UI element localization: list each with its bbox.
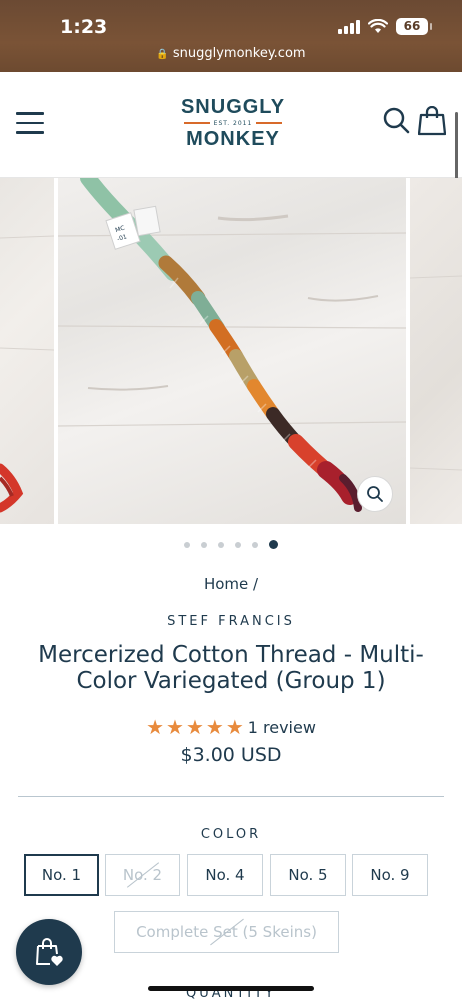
zoom-icon — [367, 486, 383, 502]
pagination-dot[interactable] — [218, 541, 224, 548]
product-title: Mercerized Cotton Thread - Multi-Color V… — [38, 642, 424, 694]
next-image-preview — [409, 275, 462, 471]
product-price: $3.00 USD — [180, 744, 282, 766]
star-icon: ★ — [185, 715, 204, 739]
search-icon — [383, 107, 410, 134]
pagination-dot[interactable] — [201, 541, 207, 548]
product-gallery[interactable]: MC -01 — [0, 178, 462, 524]
star-icon: ★ — [205, 715, 224, 739]
star-icon: ★ — [225, 715, 244, 739]
menu-button[interactable] — [16, 112, 44, 134]
wifi-icon — [368, 19, 388, 33]
color-swatch-no-5[interactable]: No. 5 — [270, 854, 346, 896]
logo-text-top: SNUGGLY — [180, 96, 286, 118]
shopping-bag-heart-icon — [36, 938, 63, 966]
site-logo[interactable]: SNUGGLY EST. 2011 MONKEY — [178, 96, 288, 150]
logo-text-bottom: MONKEY — [186, 128, 280, 150]
swatch-label: No. 1 — [41, 866, 82, 884]
color-swatch-no-1[interactable]: No. 1 — [24, 854, 99, 896]
logo-needle: EST. 2011 — [178, 118, 288, 128]
color-swatch-no-2[interactable]: No. 2 — [105, 854, 180, 896]
status-time: 1:23 — [60, 16, 108, 38]
thread-preview-image — [0, 235, 55, 513]
url-text: snugglymonkey.com — [172, 46, 306, 61]
color-swatch-no-4[interactable]: No. 4 — [187, 854, 263, 896]
swatch-label: No. 5 — [288, 866, 328, 884]
zoom-button[interactable] — [357, 476, 393, 512]
pagination-dot[interactable] — [184, 541, 190, 548]
pagination-dot[interactable] — [252, 541, 258, 548]
breadcrumb[interactable]: Home / — [0, 575, 462, 593]
star-icon: ★ — [146, 715, 164, 739]
star-icon: ★ — [166, 715, 184, 739]
battery-icon: 66 — [396, 18, 432, 35]
signal-icon — [338, 19, 360, 34]
color-swatch-complete-set[interactable]: Complete Set (5 Skeins) — [114, 911, 339, 953]
cart-button[interactable] — [417, 105, 448, 136]
review-count-link[interactable]: 1 review — [248, 718, 316, 737]
pagination-dot[interactable] — [235, 541, 241, 548]
product-vendor[interactable]: STEF FRANCIS — [0, 614, 462, 629]
gallery-slide-previous[interactable] — [0, 178, 55, 524]
shop-app-button[interactable] — [16, 919, 82, 985]
shopping-bag-icon — [417, 105, 447, 136]
color-option-label: COLOR — [200, 827, 262, 842]
logo-est-text: EST. 2011 — [213, 119, 253, 127]
lock-icon: 🔒 — [156, 49, 169, 60]
status-bar: 1:23 66 🔒 snugglymonkey.com — [0, 0, 462, 72]
swatch-label: No. 4 — [205, 866, 245, 884]
pagination-dot-active[interactable] — [269, 540, 278, 549]
gallery-pagination — [0, 540, 462, 549]
search-button[interactable] — [382, 106, 412, 136]
gallery-slide-next[interactable] — [409, 178, 462, 524]
url-bar[interactable]: 🔒 snugglymonkey.com — [0, 46, 462, 61]
hamburger-icon — [16, 112, 44, 115]
product-rating[interactable]: ★ ★ ★ ★ ★ 1 review — [0, 716, 462, 738]
divider — [18, 796, 444, 797]
home-indicator[interactable] — [148, 986, 314, 991]
product-image: MC -01 — [58, 178, 406, 512]
color-swatch-no-9[interactable]: No. 9 — [352, 854, 428, 896]
site-header: SNUGGLY EST. 2011 MONKEY — [0, 72, 462, 178]
status-icons: 66 — [338, 18, 432, 35]
gallery-slide-active[interactable]: MC -01 — [58, 178, 406, 524]
swatch-label: No. 9 — [370, 866, 410, 884]
